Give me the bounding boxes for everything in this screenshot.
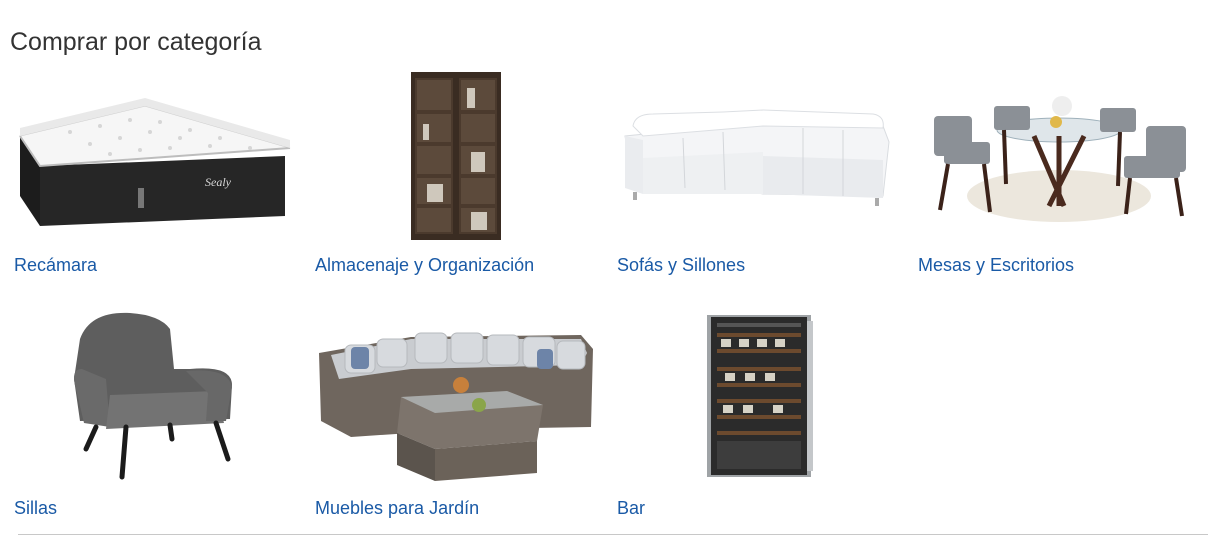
svg-text:Sealy: Sealy bbox=[205, 175, 232, 189]
category-tile-bar[interactable]: Bar bbox=[613, 309, 903, 534]
bookcase-image[interactable] bbox=[311, 66, 601, 246]
category-tile-jardin[interactable]: Muebles para Jardín bbox=[311, 309, 601, 534]
category-label-bar[interactable]: Bar bbox=[617, 497, 645, 519]
sectional-sofa-image[interactable] bbox=[613, 66, 903, 246]
category-tile-recamara[interactable]: Sealy Recámara bbox=[10, 66, 300, 291]
mattress-image[interactable]: Sealy bbox=[10, 66, 300, 246]
page-title: Comprar por categoría bbox=[10, 27, 262, 56]
category-tile-almacenaje[interactable]: Almacenaje y Organización bbox=[311, 66, 601, 291]
category-label-sillas[interactable]: Sillas bbox=[14, 497, 57, 519]
armchair-image[interactable] bbox=[10, 309, 300, 489]
category-tile-mesas[interactable]: Mesas y Escritorios bbox=[914, 66, 1204, 291]
category-label-mesas[interactable]: Mesas y Escritorios bbox=[918, 254, 1074, 276]
category-tile-sillas[interactable]: Sillas bbox=[10, 309, 300, 534]
category-tile-sofas[interactable]: Sofás y Sillones bbox=[613, 66, 903, 291]
bottom-divider bbox=[18, 534, 1208, 535]
category-label-recamara[interactable]: Recámara bbox=[14, 254, 97, 276]
category-label-sofas[interactable]: Sofás y Sillones bbox=[617, 254, 745, 276]
dining-set-image[interactable] bbox=[914, 66, 1204, 246]
category-label-almacenaje[interactable]: Almacenaje y Organización bbox=[315, 254, 534, 276]
wine-cooler-image[interactable] bbox=[613, 309, 903, 489]
patio-set-image[interactable] bbox=[311, 309, 601, 489]
category-label-jardin[interactable]: Muebles para Jardín bbox=[315, 497, 479, 519]
